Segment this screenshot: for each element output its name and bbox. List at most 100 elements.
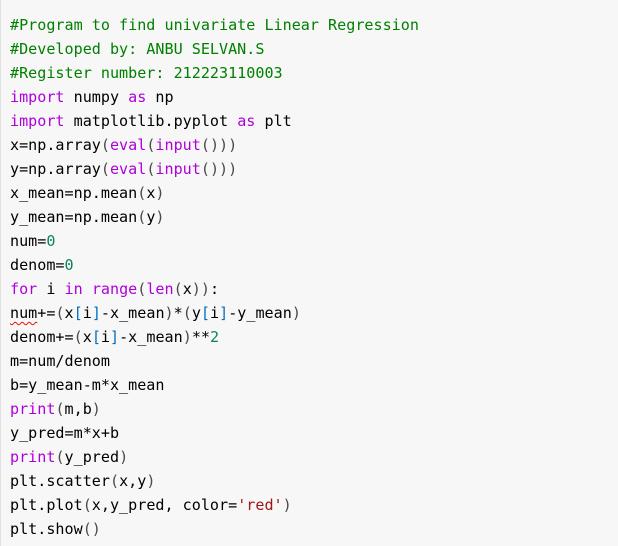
code-line[interactable]: plt.show() <box>10 517 419 541</box>
code-line[interactable]: plt.plot(x,y_pred, color='red') <box>10 493 419 517</box>
code-line[interactable]: #Developed by: ANBU SELVAN.S <box>10 37 419 61</box>
code-token: () <box>82 520 101 538</box>
code-token: -x_mean <box>100 304 165 322</box>
code-token: [ <box>73 304 83 322</box>
code-token: plt.plot <box>10 496 83 514</box>
code-token: #Developed by: ANBU SELVAN.S <box>10 40 265 58</box>
code-token: ) <box>146 472 156 490</box>
code-token: plt.show <box>10 520 83 538</box>
code-line[interactable]: denom=0 <box>10 253 419 277</box>
code-token: ( <box>137 208 147 226</box>
code-token: ) <box>282 496 292 514</box>
code-line[interactable]: print(m,b) <box>10 397 419 421</box>
code-editor[interactable]: #Program to find univariate Linear Regre… <box>10 13 419 541</box>
code-line[interactable]: y_mean=np.mean(y) <box>10 205 419 229</box>
code-token: #Program to find univariate Linear Regre… <box>10 16 419 34</box>
code-token: denom= <box>10 256 65 274</box>
code-line[interactable]: y_pred=m*x+b <box>10 421 419 445</box>
code-token: -y_mean <box>228 304 292 322</box>
code-token: i <box>210 304 220 322</box>
code-line[interactable]: import matplotlib.pyplot as plt <box>10 109 419 133</box>
code-token: 0 <box>64 256 74 274</box>
code-token: x=np.array <box>10 136 101 154</box>
code-token: x <box>64 304 74 322</box>
code-token: ( <box>55 304 65 322</box>
code-token: ) <box>291 304 301 322</box>
code-token: print <box>10 400 56 418</box>
code-line[interactable]: m=num/denom <box>10 349 419 373</box>
code-token: matplotlib.pyplot <box>64 112 238 130</box>
code-token: ) <box>164 304 174 322</box>
code-token: i <box>82 304 92 322</box>
code-line[interactable]: #Program to find univariate Linear Regre… <box>10 13 419 37</box>
code-token: in <box>64 280 83 298</box>
code-token: [ <box>200 304 211 322</box>
code-token: ** <box>191 328 210 346</box>
code-line[interactable]: x=np.array(eval(input())) <box>10 133 419 157</box>
code-token: as <box>128 88 147 106</box>
code-token: ( <box>73 328 83 346</box>
code-token: ( <box>173 280 183 298</box>
code-token: len <box>146 280 174 298</box>
code-line[interactable]: #Register number: 212223110003 <box>10 61 419 85</box>
code-token: ( <box>137 280 147 298</box>
code-token: ) <box>155 208 165 226</box>
code-token: ( <box>100 136 110 154</box>
code-token: m=num/denom <box>10 352 110 370</box>
code-token: print <box>10 448 56 466</box>
code-token: ( <box>55 400 65 418</box>
code-line[interactable]: print(y_pred) <box>10 445 419 469</box>
code-token: 'red' <box>237 496 283 514</box>
code-line[interactable]: for i in range(len(x)): <box>10 277 419 301</box>
code-token-error: num <box>10 304 38 322</box>
code-line[interactable]: denom+=(x[i]-x_mean)**2 <box>10 325 419 349</box>
code-token: input <box>155 160 201 178</box>
code-token: * <box>173 304 183 322</box>
code-token: ] <box>91 304 101 322</box>
code-line[interactable]: num=0 <box>10 229 419 253</box>
code-token: import <box>10 112 65 130</box>
code-token: ())) <box>200 160 238 178</box>
code-token: y_pred <box>64 448 120 466</box>
code-token: ( <box>182 304 192 322</box>
code-token: x <box>82 328 92 346</box>
code-token: #Register number: 212223110003 <box>10 64 283 82</box>
code-token: [ <box>91 328 101 346</box>
code-token: plt <box>255 112 292 130</box>
code-line[interactable]: plt.scatter(x,y) <box>10 469 419 493</box>
code-token: for <box>10 280 38 298</box>
code-token: x,y_pred, color= <box>91 496 238 514</box>
code-token: y_pred=m*x+b <box>10 424 120 442</box>
code-token: )) <box>191 280 210 298</box>
code-token: numpy <box>64 88 129 106</box>
code-token: np <box>146 88 174 106</box>
code-token: x <box>182 280 192 298</box>
code-line[interactable]: num+=(x[i]-x_mean)*(y[i]-y_mean) <box>10 301 419 325</box>
code-token: eval <box>109 136 147 154</box>
code-token: import <box>10 88 65 106</box>
code-token: plt.scatter <box>10 472 110 490</box>
code-cell[interactable]: #Program to find univariate Linear Regre… <box>0 0 618 546</box>
code-token: input <box>155 136 201 154</box>
code-line[interactable]: import numpy as np <box>10 85 419 109</box>
code-line[interactable]: y=np.array(eval(input())) <box>10 157 419 181</box>
code-token: ) <box>155 184 165 202</box>
code-token: y <box>191 304 201 322</box>
code-token: ) <box>182 328 192 346</box>
code-token: i <box>37 280 65 298</box>
code-line[interactable]: x_mean=np.mean(x) <box>10 181 419 205</box>
code-token: x_mean=np.mean <box>10 184 138 202</box>
code-token: ( <box>109 472 120 490</box>
code-token: denom+= <box>10 328 74 346</box>
code-token: += <box>37 304 56 322</box>
code-token: ())) <box>200 136 238 154</box>
code-token: eval <box>109 160 147 178</box>
code-token: 0 <box>46 232 56 250</box>
code-token: as <box>237 112 256 130</box>
code-line[interactable]: b=y_mean-m*x_mean <box>10 373 419 397</box>
code-token: : <box>209 280 220 298</box>
code-token: ] <box>219 304 229 322</box>
code-token: ( <box>82 496 92 514</box>
code-token: b=y_mean-m*x_mean <box>10 376 165 394</box>
